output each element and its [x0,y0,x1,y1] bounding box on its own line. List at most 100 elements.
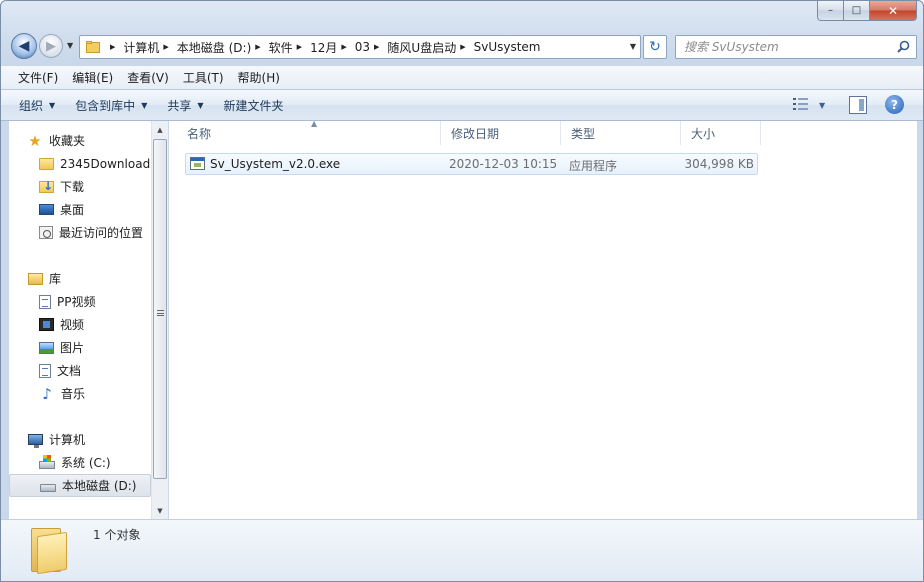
menu-help[interactable]: 帮助(H) [231,67,287,88]
title-bar: – □ ✕ [1,1,923,31]
chevron-down-icon: ▼ [49,100,56,110]
sidebar-item-label: 桌面 [60,203,85,217]
libraries-header[interactable]: 库 [9,267,151,290]
sidebar-item-desktop[interactable]: 桌面 [9,198,151,221]
breadcrumb-computer[interactable]: 计算机 [123,39,159,56]
preview-pane-button[interactable] [849,96,867,114]
sidebar-item-recent-places[interactable]: 最近访问的位置 [9,221,151,244]
sidebar-item-label: 视频 [60,318,85,332]
scroll-down-icon[interactable]: ▼ [152,502,168,519]
file-row[interactable]: Sv_Usystem_v2.0.exe 2020-12-03 10:15 应用程… [185,153,758,175]
breadcrumb-separator-icon[interactable]: ▶ [163,43,168,51]
column-header-label: 类型 [571,126,596,141]
navigation-pane-scrollbar[interactable]: ▲ ▼ [151,121,168,519]
menu-file[interactable]: 文件(F) [11,67,65,88]
scroll-up-icon[interactable]: ▲ [152,121,168,138]
breadcrumb-label: 12月 [310,40,338,55]
menu-tools[interactable]: 工具(T) [176,67,231,88]
column-header-type[interactable]: 类型 [561,121,681,145]
breadcrumb-december[interactable]: 12月 [310,39,337,56]
sort-ascending-icon: ▲ [311,119,318,128]
sidebar-item-pp-video[interactable]: PP视频 [9,290,151,313]
caption-buttons: – □ ✕ [817,1,917,21]
back-button[interactable]: ◀ [11,33,37,59]
breadcrumb-label: 软件 [268,40,293,55]
sidebar-item-documents[interactable]: 文档 [9,359,151,382]
new-folder-button[interactable]: 新建文件夹 [224,97,284,114]
breadcrumb-separator-icon[interactable]: ▶ [374,43,379,51]
organize-label: 组织 [19,98,44,113]
column-header-modified[interactable]: 修改日期 [441,121,561,145]
search-input[interactable] [684,40,884,54]
share-button[interactable]: 共享 ▼ [167,97,203,114]
forward-button[interactable]: ▶ [39,34,63,58]
close-button[interactable]: ✕ [870,1,917,21]
change-view-button[interactable]: ▼ [793,98,825,113]
minimize-icon: – [828,5,833,16]
sidebar-item-2345downloads[interactable]: 2345Downloads [9,152,151,175]
breadcrumb-drive-d[interactable]: 本地磁盘 (D:) [177,39,251,56]
breadcrumb-usb-boot[interactable]: 随风U盘启动 [387,39,456,56]
file-type: 应用程序 [569,159,618,173]
sidebar-item-label: 最近访问的位置 [59,226,144,240]
breadcrumb-software[interactable]: 软件 [269,39,293,56]
sidebar-item-label: 系统 (C:) [61,456,111,470]
minimize-button[interactable]: – [817,1,844,21]
sidebar-item-downloads[interactable]: 下载 [9,175,151,198]
sidebar-item-label: 图片 [60,341,85,355]
breadcrumb-separator-icon[interactable]: ▶ [341,43,346,51]
favorites-header[interactable]: ★ 收藏夹 [9,129,151,152]
recent-pages-dropdown[interactable]: ▼ [67,41,73,50]
sidebar-item-music[interactable]: ♪ 音乐 [9,382,151,405]
column-headers: 名称 ▲ 修改日期 类型 大小 [169,119,917,145]
recent-places-icon [39,226,53,239]
help-button[interactable]: ? [885,95,904,114]
include-in-library-button[interactable]: 包含到库中 ▼ [75,97,147,114]
computer-header[interactable]: 计算机 [9,428,151,451]
folder-icon [31,528,69,575]
menu-edit[interactable]: 编辑(E) [65,67,120,88]
address-history-dropdown[interactable]: ▼ [630,42,636,51]
column-header-name[interactable]: 名称 ▲ [177,119,441,145]
scrollbar-thumb[interactable] [153,139,167,479]
grip-icon [157,310,164,316]
breadcrumb-svusystem[interactable]: SvUsystem [474,40,541,54]
document-icon [39,294,51,309]
menu-view[interactable]: 查看(V) [120,67,176,88]
search-icon[interactable] [897,40,910,57]
favorites-label: 收藏夹 [49,134,86,148]
refresh-icon: ↻ [649,39,661,55]
desktop-icon [39,204,54,215]
refresh-button[interactable]: ↻ [643,35,667,59]
sidebar-item-videos[interactable]: 视频 [9,313,151,336]
breadcrumb-03[interactable]: 03 [355,40,370,54]
address-folder-icon [86,41,100,53]
breadcrumb-separator-icon[interactable]: ▶ [255,43,260,51]
library-icon [28,272,43,285]
application-icon [190,157,205,170]
sidebar-item-label: 本地磁盘 (D:) [62,479,137,493]
breadcrumb-label: 随风U盘启动 [387,40,457,55]
computer-icon [28,434,43,448]
sidebar-item-drive-c[interactable]: 系统 (C:) [9,451,151,474]
column-header-label: 大小 [691,126,716,141]
file-name: Sv_Usystem_v2.0.exe [210,157,341,171]
file-list: 名称 ▲ 修改日期 类型 大小 Sv_Usystem_v2.0.exe 2020… [169,119,917,519]
breadcrumb-separator-icon[interactable]: ▶ [297,43,302,51]
folder-icon [39,157,54,170]
chevron-down-icon: ▼ [819,101,826,110]
sidebar-item-drive-d[interactable]: 本地磁盘 (D:) [9,474,151,497]
sidebar-item-label: 下载 [60,180,85,194]
organize-button[interactable]: 组织 ▼ [19,97,55,114]
explorer-window: – □ ✕ ◀ ▶ ▼ ▶ 计算机 ▶ 本地磁盘 (D:) ▶ 软件 ▶ 12月… [0,0,924,582]
column-header-size[interactable]: 大小 [681,121,761,145]
drive-icon [40,483,56,492]
breadcrumb-separator-icon[interactable]: ▶ [460,43,465,51]
sidebar-item-pictures[interactable]: 图片 [9,336,151,359]
breadcrumb-label: 本地磁盘 (D:) [176,40,252,55]
computer-group: 计算机 系统 (C:) 本地磁盘 (D:) [9,428,151,497]
maximize-button[interactable]: □ [844,1,870,21]
address-bar[interactable]: ▶ 计算机 ▶ 本地磁盘 (D:) ▶ 软件 ▶ 12月 ▶ 03 ▶ 随风U盘… [79,35,641,59]
system-drive-icon [39,454,55,469]
details-view-icon [793,98,809,113]
